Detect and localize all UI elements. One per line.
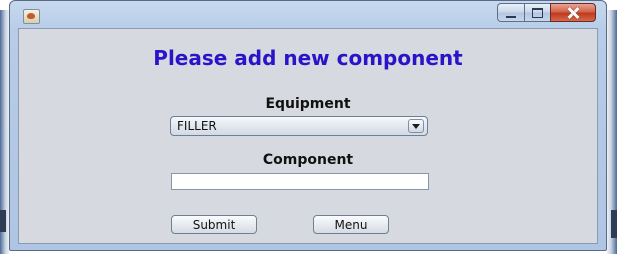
form-panel: Please add new component Equipment FILLE… [18, 28, 598, 244]
maximize-button[interactable] [524, 3, 550, 22]
equipment-select[interactable]: FILLER [170, 116, 428, 136]
menu-button[interactable]: Menu [313, 215, 389, 234]
background-scroll-nub [611, 210, 617, 238]
minimize-icon [506, 15, 516, 18]
java-app-icon[interactable] [23, 9, 40, 24]
dropdown-arrow-button[interactable] [408, 119, 424, 133]
minimize-button[interactable] [497, 3, 524, 22]
add-component-window: Please add new component Equipment FILLE… [9, 0, 607, 251]
background-scroll-nub [0, 210, 6, 232]
submit-button[interactable]: Submit [171, 215, 257, 234]
component-input[interactable] [171, 173, 429, 190]
title-bar[interactable] [10, 1, 606, 27]
background-window-left-edge [0, 10, 9, 254]
window-controls [497, 3, 596, 22]
maximize-icon [532, 7, 543, 18]
page-title: Please add new component [153, 46, 463, 70]
close-icon [566, 6, 580, 20]
equipment-label: Equipment [265, 96, 351, 112]
component-label: Component [262, 152, 354, 168]
background-window-right-edge [607, 10, 617, 254]
close-button[interactable] [550, 3, 596, 22]
equipment-selected-value: FILLER [177, 119, 217, 133]
chevron-down-icon [412, 123, 420, 129]
